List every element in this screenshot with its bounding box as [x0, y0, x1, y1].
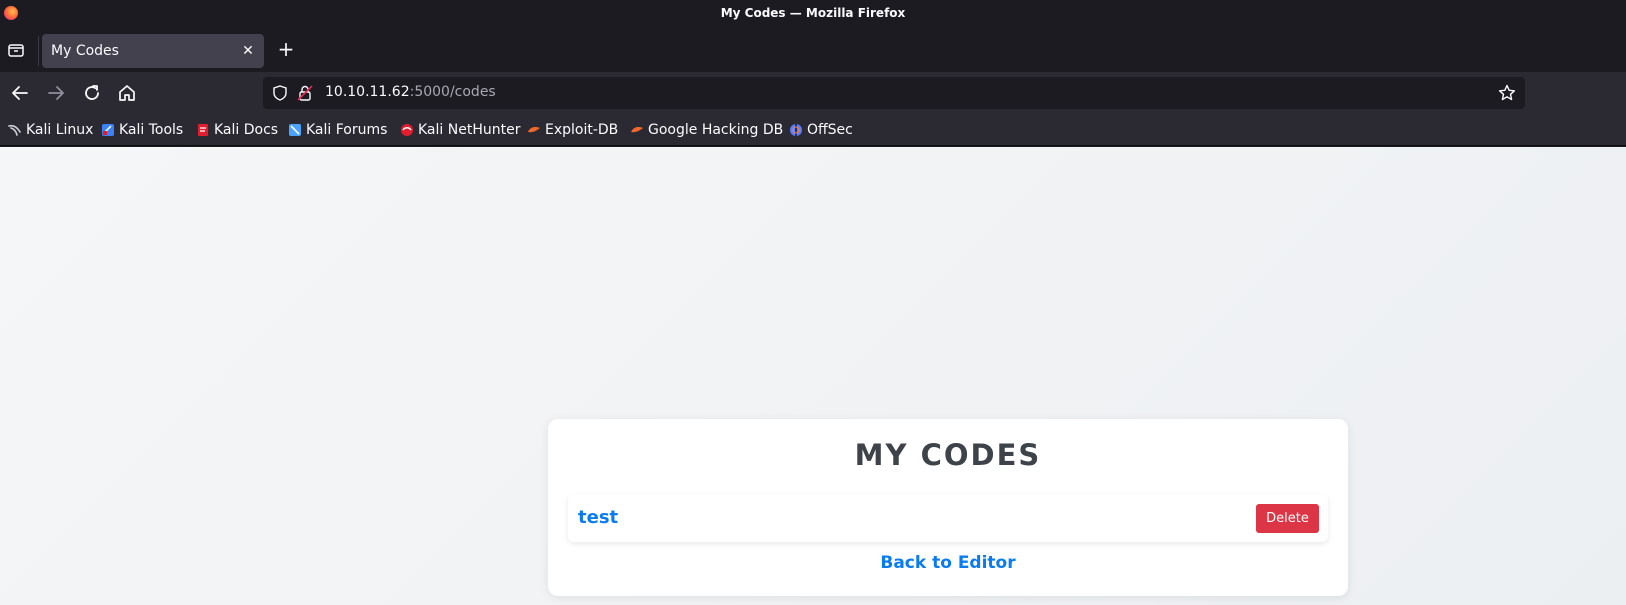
close-tab-icon[interactable]: ✕: [240, 43, 256, 59]
reload-icon[interactable]: [80, 81, 104, 105]
delete-button[interactable]: Delete: [1256, 504, 1319, 533]
bookmarks-toolbar: Kali Linux Kali Tools Kali Docs Kali For…: [0, 114, 1626, 146]
page-content: MY CODES test Delete Back to Editor: [0, 147, 1626, 605]
bookmark-label: OffSec: [807, 122, 853, 138]
kali-docs-icon: [196, 123, 210, 137]
home-icon[interactable]: [115, 81, 139, 105]
tab-my-codes[interactable]: My Codes ✕: [42, 34, 264, 68]
kali-tools-icon: [101, 123, 115, 137]
ghdb-icon: [630, 123, 644, 137]
bookmark-kali-forums[interactable]: Kali Forums: [288, 120, 387, 140]
bookmark-star-icon[interactable]: [1497, 83, 1517, 103]
bookmark-google-hacking-db[interactable]: Google Hacking DB: [630, 120, 783, 140]
bookmark-label: Kali Forums: [306, 122, 388, 138]
back-arrow-icon[interactable]: [8, 81, 32, 105]
bookmark-label: Google Hacking DB: [648, 122, 784, 138]
back-to-editor-link[interactable]: Back to Editor: [548, 553, 1348, 573]
bookmark-kali-linux[interactable]: Kali Linux: [8, 120, 93, 140]
new-tab-button[interactable]: +: [275, 39, 297, 61]
bookmark-label: Kali Docs: [214, 122, 279, 138]
code-link[interactable]: test: [578, 507, 618, 528]
page-title: MY CODES: [854, 438, 1042, 472]
forward-arrow-icon[interactable]: [44, 81, 68, 105]
bookmark-label: Exploit-DB: [545, 122, 619, 138]
codes-card: MY CODES test Delete Back to Editor: [548, 419, 1348, 596]
bookmark-kali-tools[interactable]: Kali Tools: [101, 120, 183, 140]
bookmark-label: Kali NetHunter: [418, 122, 521, 138]
url-path: :5000/codes: [409, 84, 496, 100]
window-title: My Codes — Mozilla Firefox: [720, 6, 906, 20]
bookmark-label: Kali Linux: [26, 122, 94, 138]
url-text[interactable]: 10.10.11.62:5000/codes: [325, 84, 496, 100]
code-list-item: test Delete: [568, 494, 1328, 542]
exploit-db-icon: [527, 123, 541, 137]
bookmark-label: Kali Tools: [119, 122, 184, 138]
bookmark-kali-nethunter[interactable]: Kali NetHunter: [400, 120, 520, 140]
tracking-shield-icon[interactable]: [271, 84, 289, 102]
bookmark-offsec[interactable]: OffSec: [789, 120, 853, 140]
bookmark-exploit-db[interactable]: Exploit-DB: [527, 120, 618, 140]
url-bar[interactable]: 10.10.11.62:5000/codes: [263, 77, 1525, 109]
tab-strip: My Codes ✕ +: [0, 28, 1626, 72]
tab-label: My Codes: [51, 43, 119, 59]
offsec-icon: [789, 123, 803, 137]
url-host: 10.10.11.62: [325, 84, 410, 100]
bookmark-kali-docs[interactable]: Kali Docs: [196, 120, 278, 140]
insecure-lock-icon[interactable]: [296, 84, 314, 102]
kali-forums-icon: [288, 123, 302, 137]
kali-dragon-icon: [8, 123, 22, 137]
tab-separator: [38, 36, 39, 66]
firefox-view-icon[interactable]: [6, 40, 26, 60]
window-titlebar: My Codes — Mozilla Firefox: [0, 0, 1626, 28]
navigation-bar: 10.10.11.62:5000/codes: [0, 72, 1626, 114]
kali-nethunter-icon: [400, 123, 414, 137]
